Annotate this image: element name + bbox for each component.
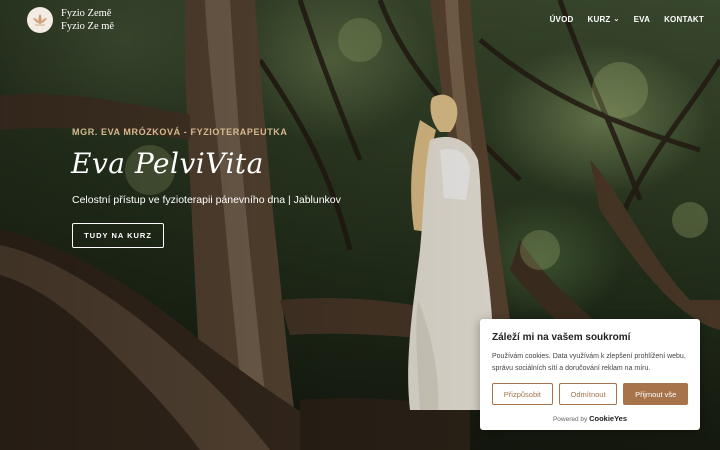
nav-item-label: KONTAKT: [664, 15, 704, 24]
nav-item-eva[interactable]: EVA: [634, 15, 650, 24]
cookieyes-logo[interactable]: CookieYes: [589, 414, 627, 423]
powered-by-label: Powered by: [552, 416, 588, 423]
logo-line-1: Fyzio Země: [61, 8, 112, 19]
nav-item-kontakt[interactable]: KONTAKT: [664, 15, 704, 24]
accept-all-button[interactable]: Přijmout vše: [623, 383, 688, 405]
lotus-logo-icon[interactable]: [27, 7, 53, 33]
nav-item-label: EVA: [633, 15, 651, 24]
nav-item-uvod[interactable]: ÚVOD: [550, 15, 574, 24]
logo-line-2: Fyzio Ze mě: [61, 21, 115, 32]
site-header: Fyzio Země Fyzio Ze mě ÚVOD KURZ ⌄ EVA K…: [0, 0, 720, 42]
cookie-title: Záleží mi na vašem soukromí: [492, 332, 631, 343]
nav-item-label: KURZ: [587, 15, 611, 24]
cookie-powered-by: Powered by CookieYes: [492, 414, 688, 423]
course-button[interactable]: TUDY NA KURZ: [72, 223, 164, 248]
customize-button[interactable]: Přizpůsobit: [492, 383, 553, 405]
hero-subtitle: Celostní přístup ve fyzioterapii pánevní…: [72, 194, 341, 206]
reject-button[interactable]: Odmítnout: [558, 383, 618, 405]
cookie-description: Používám cookies. Data využívám k zlepše…: [492, 353, 686, 372]
nav-item-kurz[interactable]: KURZ ⌄: [588, 15, 620, 24]
hero-title: Eva PelviVita: [71, 147, 264, 180]
cookie-buttons: Přizpůsobit Odmítnout Přijmout vše: [492, 383, 688, 405]
site-logo-text[interactable]: Fyzio Země Fyzio Ze mě: [61, 7, 114, 33]
chevron-down-icon: ⌄: [613, 16, 620, 23]
main-navigation: ÚVOD KURZ ⌄ EVA KONTAKT: [550, 15, 704, 24]
cookie-consent-panel: Záleží mi na vašem soukromí Používám coo…: [480, 319, 700, 430]
nav-item-label: ÚVOD: [549, 15, 574, 24]
hero-eyebrow: MGR. EVA MRÓZKOVÁ - FYZIOTERAPEUTKA: [72, 127, 288, 137]
